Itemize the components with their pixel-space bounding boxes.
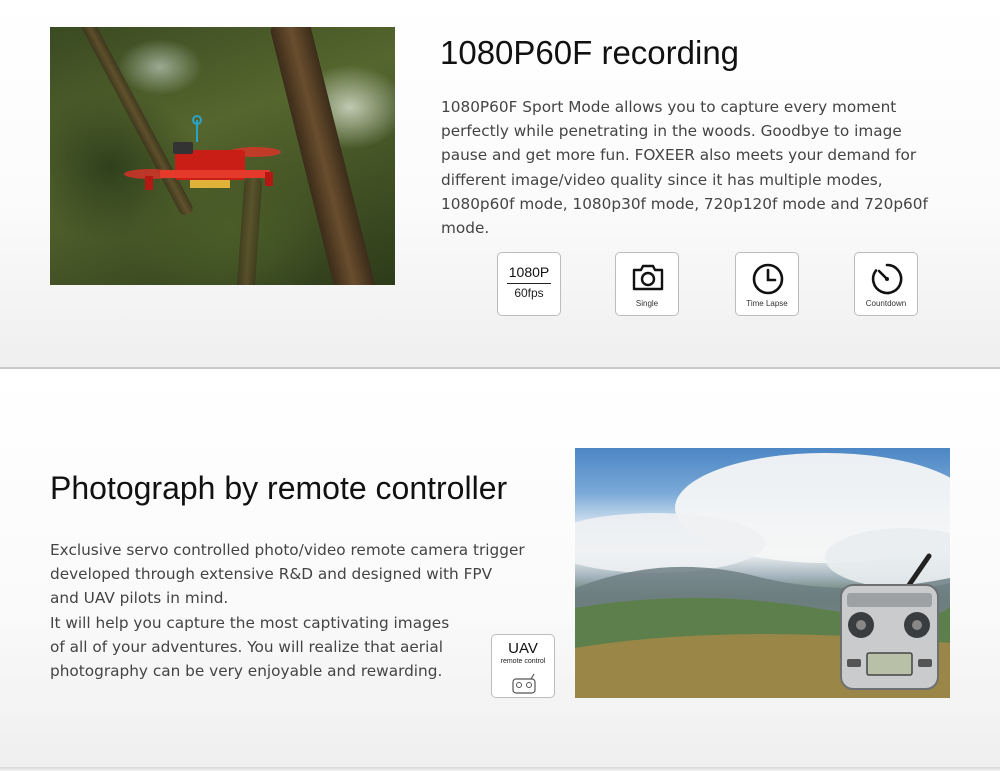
bottom-divider [0,767,1000,771]
description-line: pause and get more fun. FOXEER also meet… [441,146,917,165]
fps-label: 60fps [514,286,544,300]
time-lapse-badge: Time Lapse [735,252,799,316]
description-line: 1080P60F Sport Mode allows you to captur… [441,98,897,116]
mountain-landscape-photo [575,448,950,698]
description-line: perfectly while penetrating in the woods… [441,122,902,141]
camera-icon [632,264,664,291]
time-lapse-label: Time Lapse [746,299,788,308]
clock-icon [752,263,784,295]
remote-controller-heading: Photograph by remote controller [50,470,508,506]
transmitter-image [840,553,939,690]
recording-heading: 1080P60F recording [440,34,740,71]
description-line: mode. [441,219,490,238]
remote-control-label: remote control [500,658,546,665]
countdown-label: Countdown [865,299,907,308]
uav-label: UAV [508,640,538,657]
description-line: and UAV pilots in mind. [50,589,229,608]
description-line: different image/video quality since it h… [441,170,883,189]
remote-controller-icon [512,673,536,694]
resolution-badge: 1080P 60fps [497,252,561,316]
countdown-badge: Countdown [854,252,918,316]
description-line: It will help you capture the most captiv… [50,613,450,632]
resolution-label: 1080P [508,264,550,280]
single-mode-badge: Single [615,252,679,316]
drone-forest-photo [50,27,395,285]
uav-remote-badge: UAV remote control [491,634,555,698]
section-divider [0,367,1000,369]
badge-rule [507,283,551,284]
description-line: 1080p60f mode, 1080p30f mode, 720p120f m… [441,194,928,213]
drone-image [124,115,281,190]
description-line: developed through extensive R&D and desi… [50,565,493,584]
countdown-timer-icon [871,263,903,295]
description-line: Exclusive servo controlled photo/video r… [50,541,525,559]
single-label: Single [635,299,659,308]
recording-description: 1080P60F Sport Mode allows you to captur… [441,95,971,240]
